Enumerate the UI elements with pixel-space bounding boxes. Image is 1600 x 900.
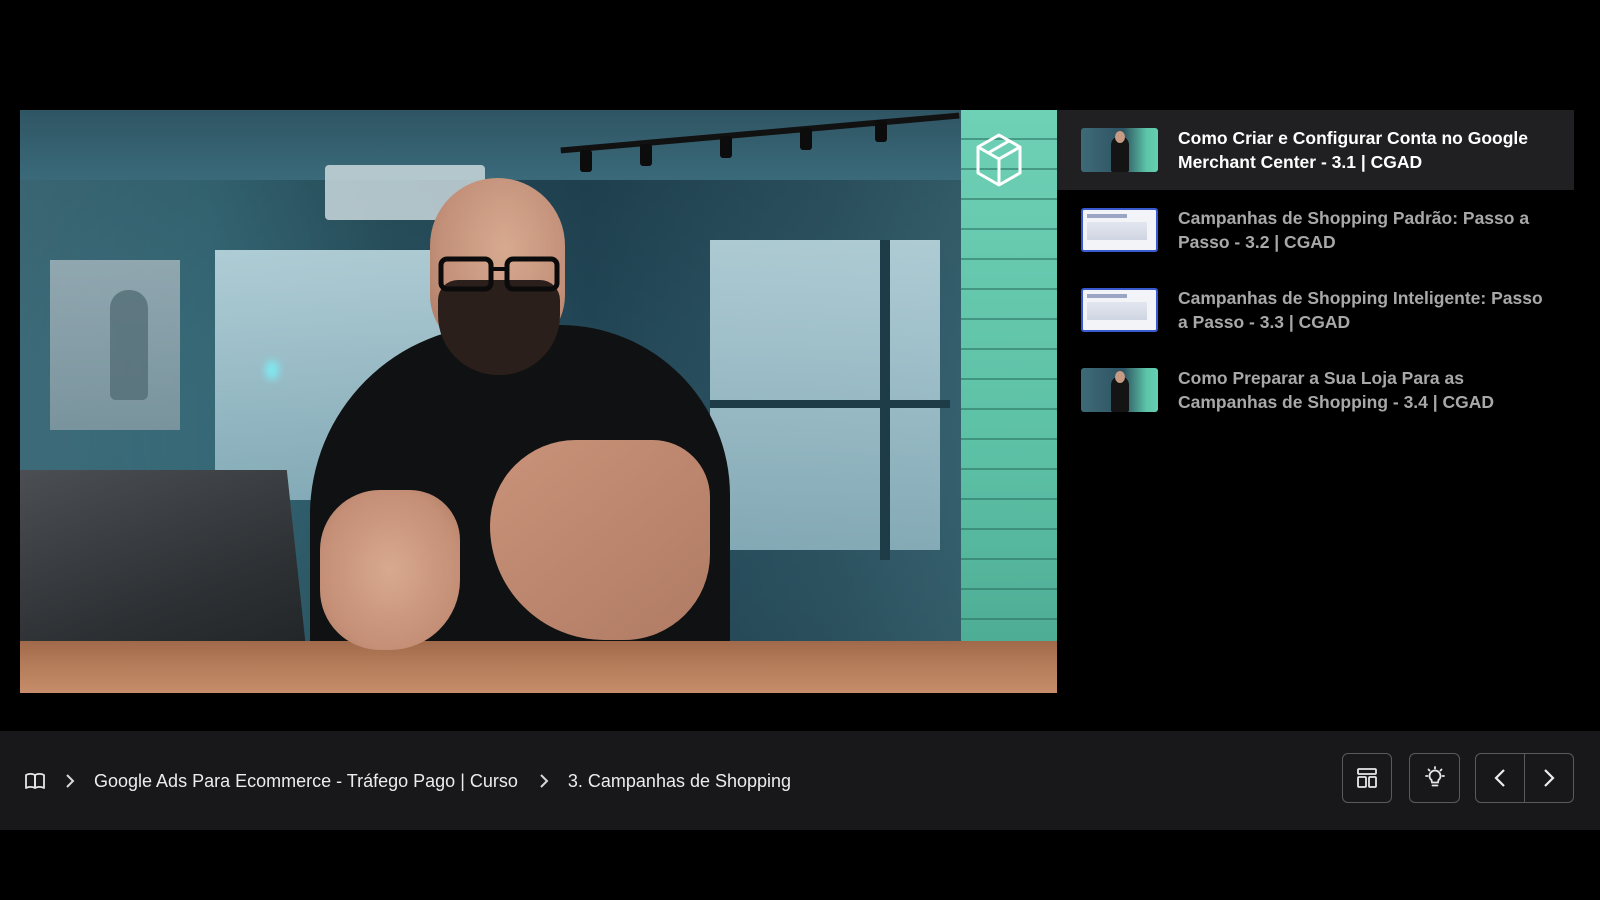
playlist-item[interactable]: Campanhas de Shopping Inteligente: Passo…	[1057, 270, 1574, 350]
layout-icon	[1357, 768, 1377, 788]
video-window	[710, 240, 940, 550]
video-spotlight	[875, 120, 887, 142]
video-presenter-glasses	[438, 256, 560, 292]
breadcrumb-course-link[interactable]: Google Ads Para Ecommerce - Tráfego Pago…	[94, 771, 518, 792]
playlist: Como Criar e Configurar Conta no Google …	[1057, 110, 1574, 430]
video-window-frame	[710, 400, 950, 408]
layout-toggle-button[interactable]	[1342, 753, 1392, 803]
video-desk	[20, 641, 1057, 693]
chevron-right-icon	[534, 771, 554, 791]
chevron-left-icon	[1494, 769, 1505, 787]
video-player[interactable]	[20, 110, 1057, 693]
playlist-thumbnail	[1081, 208, 1158, 252]
breadcrumb: Google Ads Para Ecommerce - Tráfego Pago…	[24, 767, 807, 795]
next-lesson-button[interactable]	[1524, 754, 1573, 802]
previous-lesson-button[interactable]	[1476, 754, 1524, 802]
video-light-glow	[265, 360, 279, 380]
playlist-item-title: Como Criar e Configurar Conta no Google …	[1178, 128, 1529, 172]
playlist-item-title: Como Preparar a Sua Loja Para as Campanh…	[1178, 368, 1495, 412]
lightbulb-icon	[1424, 766, 1445, 787]
chevron-right-icon	[60, 771, 80, 791]
playlist-item[interactable]: Como Criar e Configurar Conta no Google …	[1057, 110, 1574, 190]
playlist-thumbnail	[1081, 368, 1158, 412]
video-presenter-hands	[320, 490, 460, 650]
playlist-item[interactable]: Como Preparar a Sua Loja Para as Campanh…	[1057, 350, 1574, 430]
playlist-item[interactable]: Campanhas de Shopping Padrão: Passo a Pa…	[1057, 190, 1574, 270]
lesson-navigation	[1475, 753, 1574, 803]
playlist-item-title: Campanhas de Shopping Padrão: Passo a Pa…	[1178, 208, 1530, 252]
video-spotlight	[640, 144, 652, 166]
video-brick-wall	[961, 110, 1057, 693]
video-poster	[50, 260, 180, 430]
lights-toggle-button[interactable]	[1409, 753, 1460, 803]
playlist-thumbnail	[1081, 288, 1158, 332]
playlist-thumbnail	[1081, 128, 1158, 172]
book-icon[interactable]	[24, 770, 46, 792]
video-spotlight	[580, 150, 592, 172]
breadcrumb-module-link[interactable]: 3. Campanhas de Shopping	[568, 771, 791, 792]
chevron-right-icon	[1544, 769, 1555, 787]
bottom-bar: Google Ads Para Ecommerce - Tráfego Pago…	[0, 731, 1600, 830]
video-spotlight	[800, 128, 812, 150]
playlist-item-title: Campanhas de Shopping Inteligente: Passo…	[1178, 288, 1543, 332]
video-spotlight	[720, 136, 732, 158]
cube-logo-icon	[976, 133, 1022, 187]
